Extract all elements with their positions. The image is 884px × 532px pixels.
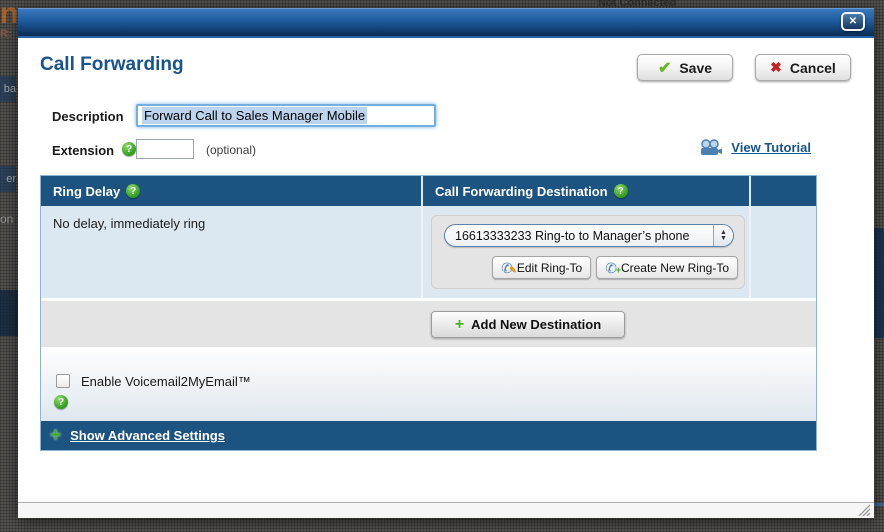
description-input[interactable]: Forward Call to Sales Manager Mobile xyxy=(136,104,436,127)
video-camera-icon xyxy=(699,139,723,156)
background-panel-fragment xyxy=(874,228,884,338)
dialog-titlebar xyxy=(18,8,874,38)
cancel-button-label: Cancel xyxy=(790,60,836,76)
ring-delay-cell: No delay, immediately ring xyxy=(41,206,421,298)
check-icon: ✔ xyxy=(658,58,671,78)
background-nav-fragment: ba xyxy=(0,76,16,102)
add-destination-label: Add New Destination xyxy=(471,317,601,332)
edit-ringto-button[interactable]: ✆ ✎ Edit Ring-To xyxy=(492,256,591,279)
description-label: Description xyxy=(52,109,124,124)
advanced-settings-bar: + Show Advanced Settings xyxy=(41,421,816,450)
ringto-buttons: ✆ ✎ Edit Ring-To ✆ + Create New Ring-To xyxy=(492,256,738,279)
background-nav-fragment: er xyxy=(0,166,16,192)
ring-delay-header-label: Ring Delay xyxy=(53,184,120,199)
select-stepper-icon: ▲ ▼ xyxy=(713,225,733,246)
call-forwarding-table: Ring Delay ? Call Forwarding Destination… xyxy=(40,175,817,451)
background-divider-fragment xyxy=(874,503,884,506)
phone-add-icon: ✆ + xyxy=(605,261,617,275)
phone-edit-icon: ✆ ✎ xyxy=(501,261,513,275)
pencil-icon: ✎ xyxy=(509,263,517,277)
add-destination-button[interactable]: + Add New Destination xyxy=(431,311,625,338)
cancel-button[interactable]: ✖ Cancel xyxy=(755,54,851,81)
dialog-footer xyxy=(18,502,874,518)
plus-icon: + xyxy=(616,263,621,277)
close-icon[interactable]: ✕ xyxy=(841,12,865,31)
column-header-empty xyxy=(749,176,816,206)
page-title: Call Forwarding xyxy=(40,54,184,76)
ringto-select[interactable]: 16613333233 Ring-to to Manager’s phone ▲… xyxy=(444,224,734,247)
x-icon: ✖ xyxy=(770,59,782,76)
column-header-destination: Call Forwarding Destination ? xyxy=(421,176,749,206)
create-ringto-button[interactable]: ✆ + Create New Ring-To xyxy=(596,256,738,279)
voicemail-checkbox[interactable] xyxy=(56,374,70,388)
plus-icon: + xyxy=(50,425,61,447)
description-input-value: Forward Call to Sales Manager Mobile xyxy=(142,107,367,124)
voicemail-row: Enable Voicemail2MyEmail™ ? xyxy=(41,351,816,421)
table-row: No delay, immediately ring 16613333233 R… xyxy=(41,206,816,298)
ringto-select-value: 16613333233 Ring-to to Manager’s phone xyxy=(445,229,713,243)
destination-header-label: Call Forwarding Destination xyxy=(435,184,608,199)
optional-hint: (optional) xyxy=(206,143,256,157)
table-header-row: Ring Delay ? Call Forwarding Destination… xyxy=(41,176,816,206)
show-advanced-settings-link[interactable]: Show Advanced Settings xyxy=(70,428,225,443)
background-status-fragment: Not Connected xyxy=(598,0,718,8)
column-header-ring-delay: Ring Delay ? xyxy=(41,176,421,206)
help-icon[interactable]: ? xyxy=(126,184,140,198)
background-text-fragment: R: xyxy=(0,28,14,42)
edit-ringto-label: Edit Ring-To xyxy=(517,261,582,275)
voicemail-label: Enable Voicemail2MyEmail™ xyxy=(81,374,251,389)
extension-input[interactable] xyxy=(136,139,194,159)
screen: { "background": { "top_status_text": "No… xyxy=(0,0,884,532)
help-icon[interactable]: ? xyxy=(54,395,68,409)
save-button[interactable]: ✔ Save xyxy=(637,54,733,81)
view-tutorial-link[interactable]: View Tutorial xyxy=(731,140,811,155)
call-forwarding-dialog: ✕ Call Forwarding ✔ Save ✖ Cancel Descri… xyxy=(18,8,874,518)
view-tutorial: View Tutorial xyxy=(699,139,811,156)
plus-icon: + xyxy=(455,316,464,334)
row-actions-cell xyxy=(749,206,816,298)
destination-panel: 16613333233 Ring-to to Manager’s phone ▲… xyxy=(431,215,745,289)
help-icon[interactable]: ? xyxy=(122,142,136,156)
extension-label: Extension xyxy=(52,143,114,158)
background-text-fragment: on xyxy=(0,212,17,228)
background-logo-fragment: n xyxy=(0,0,18,30)
background-panel-fragment xyxy=(0,290,18,336)
stepper-down-icon: ▼ xyxy=(720,236,727,242)
help-icon[interactable]: ? xyxy=(614,184,628,198)
resize-grip-icon[interactable] xyxy=(858,504,871,516)
create-ringto-label: Create New Ring-To xyxy=(621,261,729,275)
save-button-label: Save xyxy=(679,60,712,76)
destination-cell: 16613333233 Ring-to to Manager’s phone ▲… xyxy=(421,206,749,298)
add-destination-row: + Add New Destination xyxy=(41,301,816,347)
